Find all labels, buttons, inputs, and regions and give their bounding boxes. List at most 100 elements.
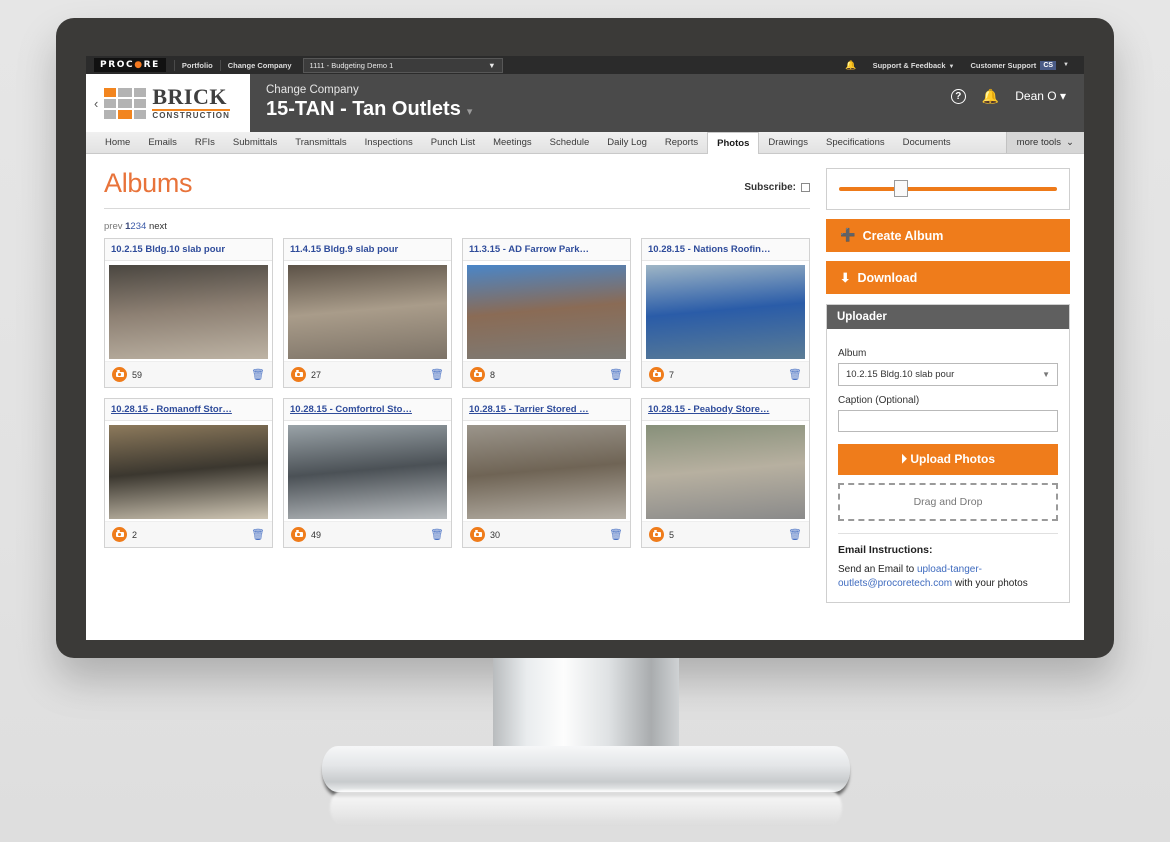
project-title-row[interactable]: 15-TAN - Tan Outlets ▾: [266, 98, 951, 121]
subscribe-checkbox[interactable]: [801, 183, 810, 192]
album-title[interactable]: 11.3.15 - AD Farrow Park…: [463, 239, 630, 261]
trash-icon[interactable]: 🗑: [609, 368, 623, 381]
album-card[interactable]: 11.4.15 Bldg.9 slab pour 27 🗑: [283, 238, 452, 388]
album-card[interactable]: 10.28.15 - Tarrier Stored … 30 🗑: [462, 398, 631, 548]
camera-icon: [470, 367, 485, 382]
album-thumbnail[interactable]: [109, 425, 268, 519]
camera-icon: [112, 527, 127, 542]
album-photo-count: 2: [132, 529, 138, 540]
tab-photos[interactable]: Photos: [707, 132, 760, 154]
tab-specifications[interactable]: Specifications: [817, 132, 894, 153]
tab-transmittals[interactable]: Transmittals: [286, 132, 355, 153]
tab-home[interactable]: Home: [96, 132, 139, 153]
album-title[interactable]: 10.28.15 - Nations Roofin…: [642, 239, 809, 261]
email-instructions-heading: Email Instructions:: [838, 544, 933, 556]
album-card[interactable]: 10.2.15 Bldg.10 slab pour 59 🗑: [104, 238, 273, 388]
more-tools-menu[interactable]: more tools ⌄: [1005, 132, 1084, 153]
tab-reports[interactable]: Reports: [656, 132, 707, 153]
album-thumbnail[interactable]: [646, 265, 805, 359]
topbar-item-change-company[interactable]: Change Company: [221, 61, 299, 70]
company-select-value: 1111 - Budgeting Demo 1: [309, 60, 394, 70]
album-card-footer: 59 🗑: [105, 361, 272, 387]
download-button[interactable]: ⬇ Download: [826, 261, 1070, 294]
desktop-scene: PROC●RE Portfolio Change Company 1111 - …: [0, 0, 1170, 842]
question-circle-icon[interactable]: ?: [950, 88, 966, 104]
album-thumbnail-wrap: [284, 421, 451, 521]
customer-support-menu[interactable]: Customer Support CS ▼: [963, 60, 1076, 70]
upload-photos-button[interactable]: ⏵ Upload Photos: [838, 444, 1058, 475]
album-photo-count: 30: [490, 529, 501, 540]
album-thumbnail-wrap: [463, 421, 630, 521]
monitor-neck: [493, 658, 679, 760]
album-title[interactable]: 10.28.15 - Romanoff Stor…: [105, 399, 272, 421]
chevron-left-icon[interactable]: ‹: [94, 96, 98, 111]
support-feedback-menu[interactable]: Support & Feedback ▼: [866, 61, 962, 70]
tab-submittals[interactable]: Submittals: [224, 132, 286, 153]
user-menu[interactable]: Dean O ▾: [1015, 89, 1066, 103]
album-card[interactable]: 10.28.15 - Peabody Store… 5 🗑: [641, 398, 810, 548]
album-thumbnail[interactable]: [288, 265, 447, 359]
pagination-page-4[interactable]: 4: [141, 221, 146, 232]
pagination-next[interactable]: next: [149, 221, 167, 232]
album-card[interactable]: 10.28.15 - Comfortrol Sto… 49 🗑: [283, 398, 452, 548]
bell-icon[interactable]: 🔔: [838, 60, 863, 71]
caption-input[interactable]: [838, 410, 1058, 432]
tab-punch-list[interactable]: Punch List: [422, 132, 484, 153]
camera-icon: [291, 527, 306, 542]
trash-icon[interactable]: 🗑: [609, 528, 623, 541]
topbar-item-portfolio[interactable]: Portfolio: [175, 61, 220, 70]
album-photo-count: 8: [490, 369, 496, 380]
tab-emails[interactable]: Emails: [139, 132, 186, 153]
company-logo-box[interactable]: ‹ BRICK CONSTRUCTION: [86, 74, 250, 132]
album-title[interactable]: 10.2.15 Bldg.10 slab pour: [105, 239, 272, 261]
album-thumbnail[interactable]: [646, 425, 805, 519]
album-thumbnail[interactable]: [467, 425, 626, 519]
camera-icon: [291, 367, 306, 382]
album-title[interactable]: 11.4.15 Bldg.9 slab pour: [284, 239, 451, 261]
album-title[interactable]: 10.28.15 - Peabody Store…: [642, 399, 809, 421]
trash-icon[interactable]: 🗑: [251, 368, 265, 381]
trash-icon[interactable]: 🗑: [430, 528, 444, 541]
album-title[interactable]: 10.28.15 - Tarrier Stored …: [463, 399, 630, 421]
album-photo-count: 27: [311, 369, 322, 380]
tab-inspections[interactable]: Inspections: [356, 132, 422, 153]
drag-and-drop-zone[interactable]: Drag and Drop: [838, 483, 1058, 521]
uploader-panel: Uploader Album 10.2.15 Bldg.10 slab pour…: [826, 304, 1070, 603]
album-field-label: Album: [838, 348, 867, 359]
slider-track[interactable]: [839, 180, 1057, 197]
trash-icon[interactable]: 🗑: [788, 368, 802, 381]
tab-schedule[interactable]: Schedule: [541, 132, 599, 153]
trash-icon[interactable]: 🗑: [430, 368, 444, 381]
subscribe-control[interactable]: Subscribe:: [744, 182, 810, 199]
upload-photos-label: Upload Photos: [910, 452, 996, 466]
tab-drawings[interactable]: Drawings: [759, 132, 817, 153]
album-photo-count: 7: [669, 369, 675, 380]
trash-icon[interactable]: 🗑: [251, 528, 265, 541]
tab-documents[interactable]: Documents: [894, 132, 960, 153]
company-select[interactable]: 1111 - Budgeting Demo 1 ▼: [302, 57, 503, 73]
bell-icon[interactable]: 🔔: [982, 88, 999, 105]
slider-handle[interactable]: [893, 180, 908, 197]
camera-icon: [112, 367, 127, 382]
trash-icon[interactable]: 🗑: [788, 528, 802, 541]
album-thumbnail[interactable]: [109, 265, 268, 359]
album-thumbnail[interactable]: [467, 265, 626, 359]
pagination: prev 1234 next: [104, 221, 810, 232]
album-select[interactable]: 10.2.15 Bldg.10 slab pour ▼: [838, 363, 1058, 386]
album-thumbnail[interactable]: [288, 425, 447, 519]
album-card[interactable]: 11.3.15 - AD Farrow Park… 8 🗑: [462, 238, 631, 388]
album-card[interactable]: 10.28.15 - Nations Roofin… 7 🗑: [641, 238, 810, 388]
tab-meetings[interactable]: Meetings: [484, 132, 541, 153]
album-card[interactable]: 10.28.15 - Romanoff Stor… 2 🗑: [104, 398, 273, 548]
thumbnail-size-slider[interactable]: [826, 168, 1070, 210]
create-album-button[interactable]: ➕ Create Album: [826, 219, 1070, 252]
tab-rfis[interactable]: RFIs: [186, 132, 224, 153]
album-card-footer: 49 🗑: [284, 521, 451, 547]
album-select-value: 10.2.15 Bldg.10 slab pour: [846, 369, 955, 380]
procore-logo[interactable]: PROC●RE: [94, 58, 166, 72]
pagination-prev[interactable]: prev: [104, 221, 122, 232]
tab-daily-log[interactable]: Daily Log: [598, 132, 656, 153]
upload-circle-icon: ⏵: [900, 452, 907, 466]
album-title[interactable]: 10.28.15 - Comfortrol Sto…: [284, 399, 451, 421]
project-meta: Change Company 15-TAN - Tan Outlets ▾: [250, 74, 951, 132]
